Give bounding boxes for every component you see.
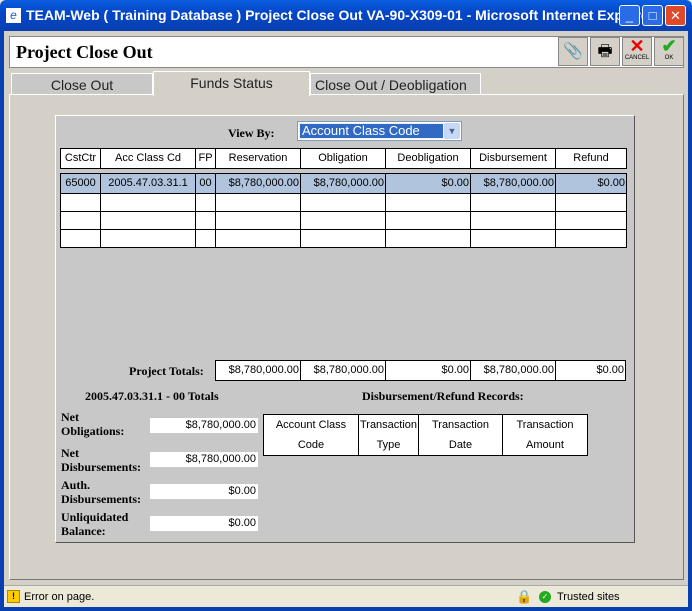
- net-obligations-value: $8,780,000.00: [150, 418, 258, 433]
- empty-cell[interactable]: [60, 193, 101, 212]
- empty-cell[interactable]: [555, 193, 627, 212]
- header-line: Transaction: [431, 419, 490, 431]
- empty-cell[interactable]: [385, 211, 471, 230]
- table-cell[interactable]: $0.00: [385, 173, 471, 194]
- records-column-header: Transaction Type: [358, 414, 419, 456]
- table-cell[interactable]: 00: [195, 173, 216, 194]
- empty-cell[interactable]: [470, 193, 556, 212]
- empty-cell[interactable]: [100, 211, 196, 230]
- empty-cell[interactable]: [470, 229, 556, 248]
- tab-close-out[interactable]: Close Out: [11, 73, 153, 95]
- records-column-header: Transaction Date: [418, 414, 503, 456]
- paperclip-icon: 📎: [563, 43, 583, 60]
- total-disbursement: $8,780,000.00: [470, 360, 556, 381]
- header-line: Code: [297, 439, 325, 451]
- cancel-button[interactable]: ✕ CANCEL: [622, 37, 652, 66]
- records-column-header: Account Class Code: [263, 414, 359, 456]
- view-by-value: Account Class Code: [299, 123, 444, 139]
- ok-button[interactable]: ✔ OK: [654, 37, 684, 66]
- header-line: Transaction: [516, 419, 574, 431]
- column-header: FP: [195, 148, 216, 169]
- maximize-button[interactable]: □: [642, 5, 663, 26]
- column-header: Acc Class Cd: [100, 148, 196, 169]
- empty-cell[interactable]: [385, 229, 471, 248]
- empty-cell[interactable]: [470, 211, 556, 230]
- project-totals-label: Project Totals:: [129, 364, 204, 378]
- table-cell[interactable]: 65000: [60, 173, 101, 194]
- header-line: Account Class: [275, 419, 347, 431]
- column-header: Refund: [555, 148, 627, 169]
- trusted-check-icon: ✓: [539, 591, 551, 603]
- net-obligations-label: Net Obligations:: [61, 410, 125, 438]
- column-header: Deobligation: [385, 148, 471, 169]
- empty-cell[interactable]: [60, 211, 101, 230]
- column-header: Obligation: [300, 148, 386, 169]
- auth-disbursements-value: $0.00: [150, 484, 258, 499]
- column-header: Reservation: [215, 148, 301, 169]
- lock-icon: 🔒: [516, 589, 533, 604]
- empty-cell[interactable]: [555, 229, 627, 248]
- warning-icon[interactable]: !: [7, 590, 20, 603]
- empty-cell[interactable]: [300, 211, 386, 230]
- empty-cell[interactable]: [300, 229, 386, 248]
- close-button[interactable]: ✕: [665, 5, 686, 26]
- empty-cell[interactable]: [60, 229, 101, 248]
- auth-disbursements-label: Auth. Disbursements:: [61, 478, 141, 506]
- minimize-button[interactable]: _: [619, 5, 640, 26]
- view-by-select[interactable]: Account Class Code ▼: [297, 121, 462, 141]
- table-cell[interactable]: $8,780,000.00: [300, 173, 386, 194]
- table-cell[interactable]: $0.00: [555, 173, 627, 194]
- records-column-header: Transaction Amount: [502, 414, 588, 456]
- page-title: Project Close Out: [16, 42, 153, 62]
- window-title: TEAM-Web ( Training Database ) Project C…: [26, 7, 655, 23]
- empty-cell[interactable]: [215, 211, 301, 230]
- net-disbursements-label: Net Disbursements:: [61, 446, 141, 474]
- total-refund: $0.00: [555, 360, 626, 381]
- empty-cell[interactable]: [195, 229, 216, 248]
- empty-cell[interactable]: [100, 193, 196, 212]
- header-line: Date: [448, 439, 473, 451]
- total-deobligation: $0.00: [385, 360, 471, 381]
- print-button[interactable]: 🖶: [590, 37, 620, 66]
- header-line: Amount: [526, 439, 564, 451]
- tab-funds-status[interactable]: Funds Status: [153, 71, 310, 96]
- check-icon: ✔: [661, 36, 677, 56]
- ok-label: OK: [664, 55, 674, 61]
- empty-cell[interactable]: [555, 211, 627, 230]
- unliquidated-balance-label: Unliquidated Balance:: [61, 510, 129, 538]
- cancel-label: CANCEL: [624, 55, 650, 61]
- printer-icon: 🖶: [597, 43, 613, 60]
- records-title: Disbursement/Refund Records:: [362, 389, 524, 403]
- empty-cell[interactable]: [195, 211, 216, 230]
- total-reservation: $8,780,000.00: [215, 360, 301, 381]
- empty-cell[interactable]: [215, 193, 301, 212]
- tab-close-out-deobligation[interactable]: Close Out / Deobligation: [310, 73, 481, 95]
- table-cell[interactable]: $8,780,000.00: [470, 173, 556, 194]
- empty-cell[interactable]: [300, 193, 386, 212]
- chevron-down-icon[interactable]: ▼: [444, 123, 460, 139]
- header-line: Transaction: [359, 419, 418, 431]
- security-zone: Trusted sites: [557, 591, 620, 603]
- header-line: Type: [376, 439, 401, 451]
- empty-cell[interactable]: [385, 193, 471, 212]
- empty-cell[interactable]: [215, 229, 301, 248]
- status-bar: ! Error on page. 🔒 ✓ Trusted sites: [4, 585, 688, 607]
- title-bar: TEAM-Web ( Training Database ) Project C…: [0, 0, 692, 31]
- table-cell[interactable]: $8,780,000.00: [215, 173, 301, 194]
- unliquidated-balance-value: $0.00: [150, 516, 258, 531]
- ie-icon: e: [6, 8, 21, 23]
- x-icon: ✕: [629, 36, 645, 56]
- net-disbursements-value: $8,780,000.00: [150, 452, 258, 467]
- table-cell[interactable]: 2005.47.03.31.1: [100, 173, 196, 194]
- column-header: CstCtr: [60, 148, 101, 169]
- status-text: Error on page.: [24, 591, 95, 603]
- view-by-label: View By:: [228, 126, 275, 140]
- account-totals-title: 2005.47.03.31.1 - 00 Totals: [85, 389, 219, 403]
- empty-cell[interactable]: [100, 229, 196, 248]
- empty-cell[interactable]: [195, 193, 216, 212]
- total-obligation: $8,780,000.00: [300, 360, 386, 381]
- column-header: Disbursement: [470, 148, 556, 169]
- attach-button[interactable]: 📎: [558, 37, 588, 66]
